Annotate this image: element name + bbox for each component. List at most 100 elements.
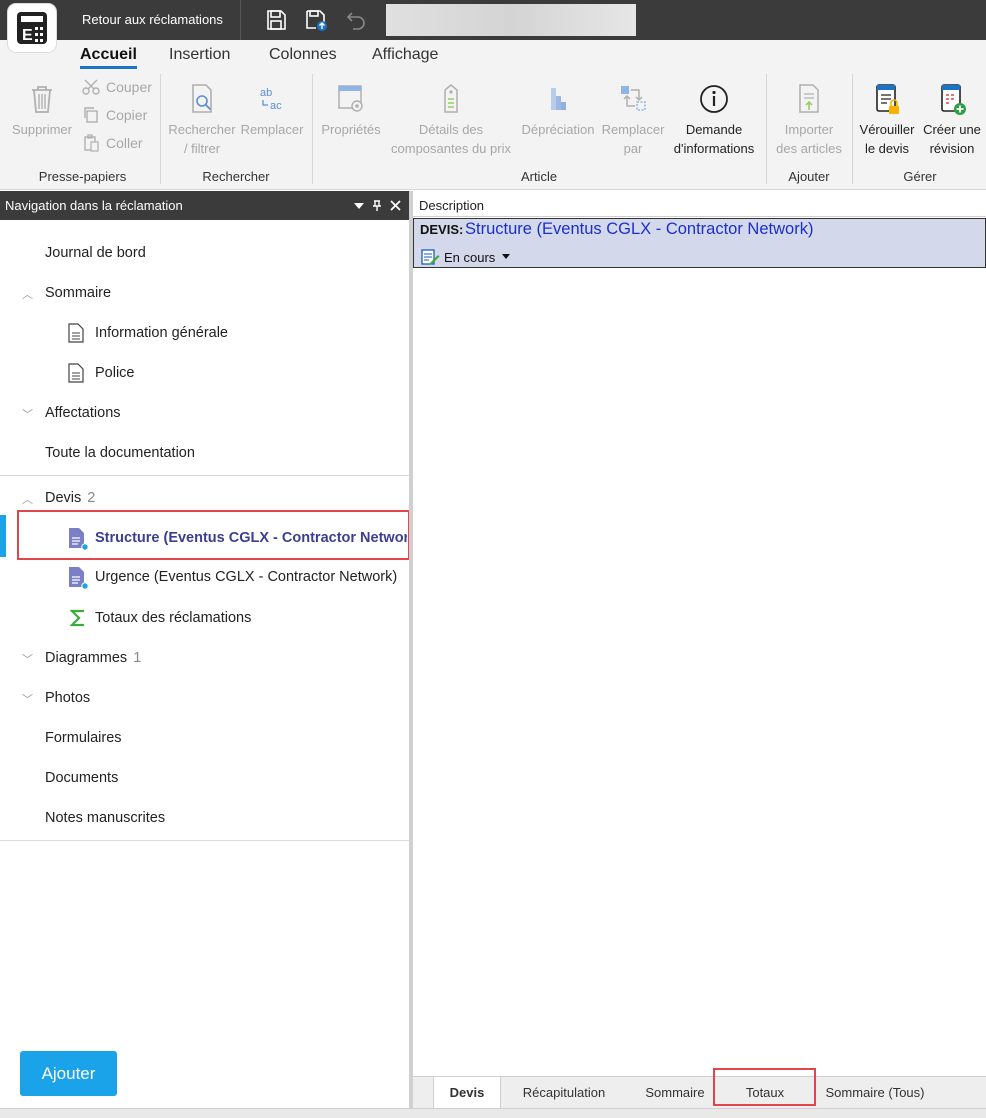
search-filter-label-2: / filtrer <box>183 141 221 156</box>
nav-item-general-info[interactable]: Information générale <box>68 323 228 343</box>
import-articles-button[interactable]: Importer des articles <box>770 82 848 158</box>
save-icon[interactable] <box>264 8 288 32</box>
info-request-button[interactable]: Demande d'informations <box>668 82 760 158</box>
article-group-label: Article <box>520 169 558 184</box>
nav-item-label: Diagrammes <box>45 650 128 666</box>
tab-devis[interactable]: Devis <box>433 1077 501 1109</box>
revision-document-icon <box>941 84 966 115</box>
lock-label-2: le devis <box>864 141 910 156</box>
delete-label: Supprimer <box>12 122 72 137</box>
nav-item-logbook[interactable]: Journal de bord <box>45 245 146 261</box>
nav-item-structure[interactable]: Structure (Eventus CGLX - Contractor Net… <box>95 530 407 546</box>
search-filter-label-1: Rechercher <box>168 122 236 137</box>
tab-affichage[interactable]: Affichage <box>372 46 438 64</box>
quote-document-icon <box>69 528 89 551</box>
sigma-icon <box>70 609 84 627</box>
create-revision-button[interactable]: Créer une révision <box>919 82 985 158</box>
revision-label-1: Créer une <box>923 122 981 137</box>
nav-item-urgence[interactable]: Urgence (Eventus CGLX - Contractor Netwo… <box>95 569 397 585</box>
nav-item-documents[interactable]: Documents <box>45 770 118 786</box>
dropdown-arrow-icon[interactable] <box>354 202 364 210</box>
expand-chevron-icon[interactable]: ﹀ <box>22 691 33 707</box>
clipboard-group-label: Presse-papiers <box>38 169 127 184</box>
nav-item-label: Structure (Eventus CGLX - Contractor Net… <box>95 530 407 546</box>
price-details-label-1: Détails des <box>418 122 484 137</box>
nav-item-label: Police <box>95 365 135 381</box>
paste-label: Coller <box>106 135 143 151</box>
nav-item-policy[interactable]: Police <box>68 363 135 383</box>
nav-item-forms[interactable]: Formulaires <box>45 730 122 746</box>
manage-group-label: Gérer <box>903 169 937 184</box>
pin-icon[interactable] <box>372 199 382 212</box>
import-label-2: des articles <box>776 141 842 156</box>
collapse-chevron-icon[interactable]: ︿ <box>22 286 33 302</box>
nav-item-notes[interactable]: Notes manuscrites <box>45 810 165 826</box>
undo-icon[interactable] <box>344 8 368 32</box>
expand-chevron-icon[interactable]: ﹀ <box>22 406 33 422</box>
expand-chevron-icon[interactable]: ﹀ <box>22 651 33 667</box>
devis-label: DEVIS: <box>420 222 464 237</box>
paste-button[interactable]: Coller <box>82 134 143 152</box>
depreciation-chart-icon <box>551 88 566 110</box>
svg-text:ac: ac <box>270 100 282 112</box>
status-dropdown[interactable]: En cours <box>420 248 511 266</box>
copy-button[interactable]: Copier <box>82 106 147 124</box>
depreciation-button[interactable]: Dépréciation <box>518 82 598 139</box>
nav-item-all-docs[interactable]: Toute la documentation <box>45 445 195 461</box>
navigation-panel-header: Navigation dans la réclamation <box>0 191 409 220</box>
replace-button[interactable]: ab ac Remplacer <box>238 82 306 139</box>
price-tag-icon <box>444 84 458 113</box>
tab-sommaire-tous[interactable]: Sommaire (Tous) <box>817 1077 933 1109</box>
quote-content-area: Description DEVIS: Structure (Eventus CG… <box>413 191 986 1076</box>
nav-item-assignments[interactable]: Affectations <box>45 405 121 421</box>
nav-item-devis[interactable]: Devis 2 <box>45 490 95 506</box>
add-button[interactable]: Ajouter <box>20 1051 117 1096</box>
nav-item-label: Information générale <box>95 325 228 341</box>
edit-document-icon <box>421 249 440 265</box>
info-icon <box>700 85 728 113</box>
copy-icon <box>84 107 98 123</box>
nav-item-summary[interactable]: Sommaire <box>45 285 111 301</box>
nav-item-photos[interactable]: Photos <box>45 690 90 706</box>
count-badge: 2 <box>87 490 96 506</box>
selection-indicator <box>0 515 6 557</box>
paste-icon <box>84 134 99 152</box>
save-upload-icon[interactable] <box>304 8 328 32</box>
app-logo-icon[interactable]: E <box>8 4 56 52</box>
info-request-label-1: Demande <box>685 122 743 137</box>
tab-sommaire[interactable]: Sommaire <box>635 1077 715 1109</box>
tab-insertion[interactable]: Insertion <box>169 46 230 64</box>
status-label: En cours <box>444 249 496 265</box>
delete-button[interactable]: Supprimer <box>8 82 76 139</box>
ribbon-separator <box>312 74 313 184</box>
scissors-icon <box>82 79 100 95</box>
tab-recapitulation[interactable]: Récapitulation <box>509 1077 619 1109</box>
description-column-header[interactable]: Description <box>413 195 986 217</box>
close-icon[interactable] <box>390 200 401 211</box>
nav-item-diagrams[interactable]: Diagrammes 1 <box>45 650 141 666</box>
highlight-box <box>713 1068 816 1106</box>
devis-title: Structure (Eventus CGLX - Contractor Net… <box>465 220 814 238</box>
devis-row[interactable]: DEVIS: Structure (Eventus CGLX - Contrac… <box>413 218 986 268</box>
tab-accueil[interactable]: Accueil <box>80 46 137 69</box>
replace-by-button[interactable]: Remplacer par <box>598 82 668 158</box>
collapse-chevron-icon[interactable]: ︿ <box>22 491 33 507</box>
replace-by-label-1: Remplacer <box>601 122 665 137</box>
nav-divider <box>0 475 409 476</box>
lock-document-icon <box>876 84 899 114</box>
properties-button[interactable]: Propriétés <box>316 82 386 139</box>
ribbon-tabs: Accueil Insertion Colonnes Affichage <box>0 40 986 70</box>
document-title-field <box>386 4 636 36</box>
properties-label: Propriétés <box>321 122 381 137</box>
lock-quote-button[interactable]: Vérouiller le devis <box>855 82 919 158</box>
dropdown-arrow-icon <box>502 254 511 259</box>
cut-button[interactable]: Couper <box>82 78 152 96</box>
nav-item-label: Devis <box>45 490 82 506</box>
price-details-button[interactable]: Détails des composantes du prix <box>386 82 516 158</box>
search-document-icon <box>192 84 212 113</box>
back-to-claims-button[interactable]: Retour aux réclamations <box>70 0 235 40</box>
nav-item-totals[interactable]: Totaux des réclamations <box>95 610 251 626</box>
ribbon-separator <box>160 74 161 184</box>
tab-colonnes[interactable]: Colonnes <box>269 46 337 64</box>
search-filter-button[interactable]: Rechercher / filtrer <box>166 82 238 158</box>
